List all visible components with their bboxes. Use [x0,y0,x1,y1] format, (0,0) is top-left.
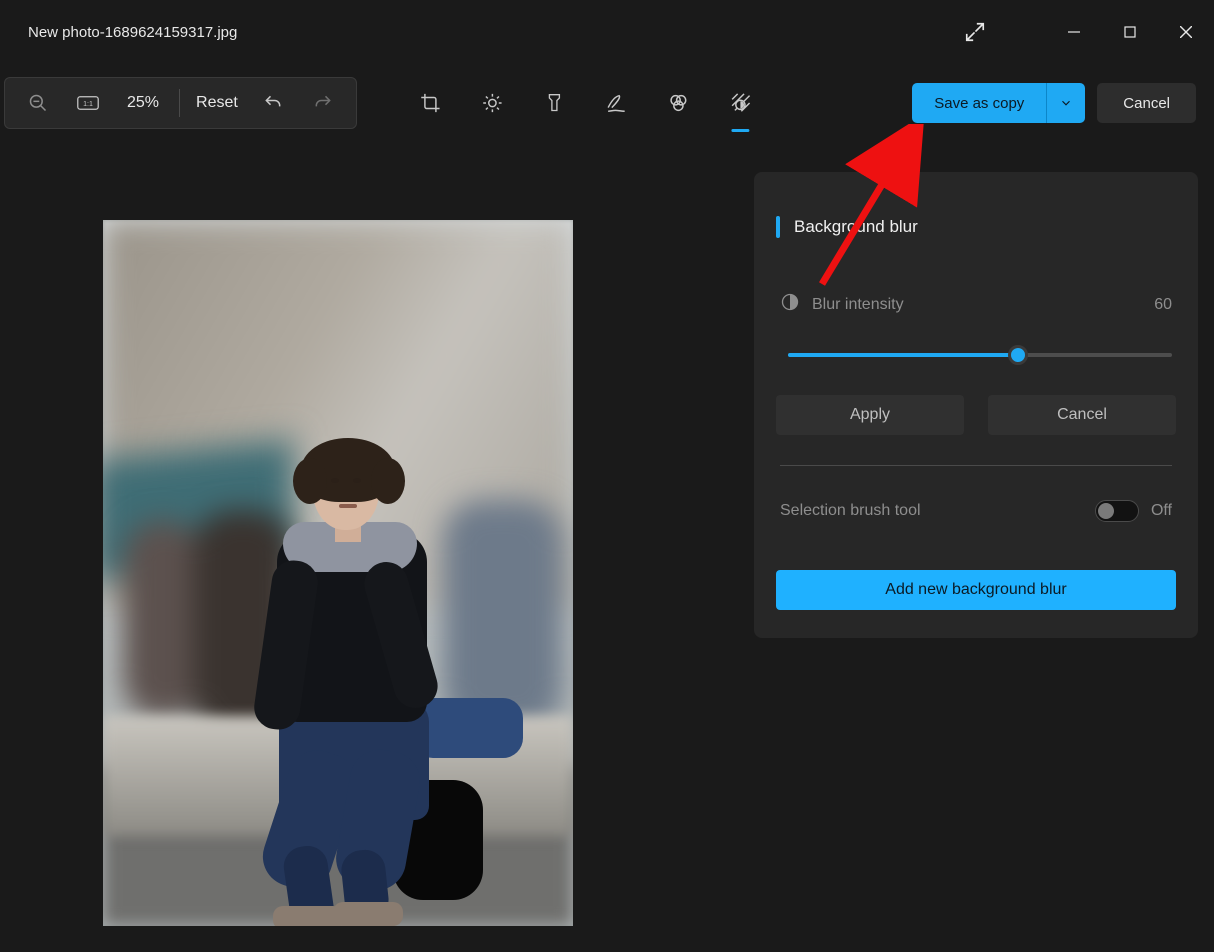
workspace: Background blur Blur intensity 60 Apply … [0,142,1214,952]
selection-brush-toggle[interactable] [1095,500,1139,522]
svg-text:1:1: 1:1 [83,101,93,108]
background-blur-icon[interactable] [715,80,765,126]
save-split-button: Save as copy [912,83,1085,123]
adjust-icon[interactable] [467,80,517,126]
blur-intensity-slider[interactable] [788,341,1172,369]
apply-button[interactable]: Apply [776,395,964,435]
editor-toolbar: 1:1 25% Reset [0,64,1214,142]
add-background-blur-button[interactable]: Add new background blur [776,570,1176,610]
blur-intensity-icon [780,292,800,317]
save-dropdown-button[interactable] [1047,83,1085,123]
filter-icon[interactable] [529,80,579,126]
maximize-button[interactable] [1102,12,1158,52]
minimize-button[interactable] [1046,12,1102,52]
selection-brush-state: Off [1151,502,1172,520]
photo-canvas[interactable] [103,220,573,926]
panel-cancel-button[interactable]: Cancel [988,395,1176,435]
zoom-out-icon[interactable] [13,80,63,126]
blur-intensity-label: Blur intensity [812,296,904,314]
slider-thumb[interactable] [1008,345,1028,365]
selection-brush-label: Selection brush tool [780,502,921,520]
edit-mode-tabs [405,80,765,126]
blur-intensity-value: 60 [1154,296,1172,314]
panel-title: Background blur [794,217,918,237]
save-as-copy-button[interactable]: Save as copy [912,83,1047,123]
fullscreen-icon[interactable] [964,21,986,43]
erase-icon[interactable] [653,80,703,126]
crop-icon[interactable] [405,80,455,126]
reset-button[interactable]: Reset [186,94,248,112]
divider [780,465,1172,466]
title-bar: New photo-1689624159317.jpg [0,0,1214,64]
divider [179,89,180,117]
close-button[interactable] [1158,12,1214,52]
zoom-controls: 1:1 25% Reset [4,77,357,129]
zoom-percent[interactable]: 25% [113,94,173,112]
markup-icon[interactable] [591,80,641,126]
panel-accent-bar [776,216,780,238]
undo-icon[interactable] [248,80,298,126]
window-title: New photo-1689624159317.jpg [28,24,237,41]
redo-icon[interactable] [298,80,348,126]
fit-to-screen-icon[interactable]: 1:1 [63,80,113,126]
background-blur-panel: Background blur Blur intensity 60 Apply … [754,172,1198,638]
cancel-button[interactable]: Cancel [1097,83,1196,123]
